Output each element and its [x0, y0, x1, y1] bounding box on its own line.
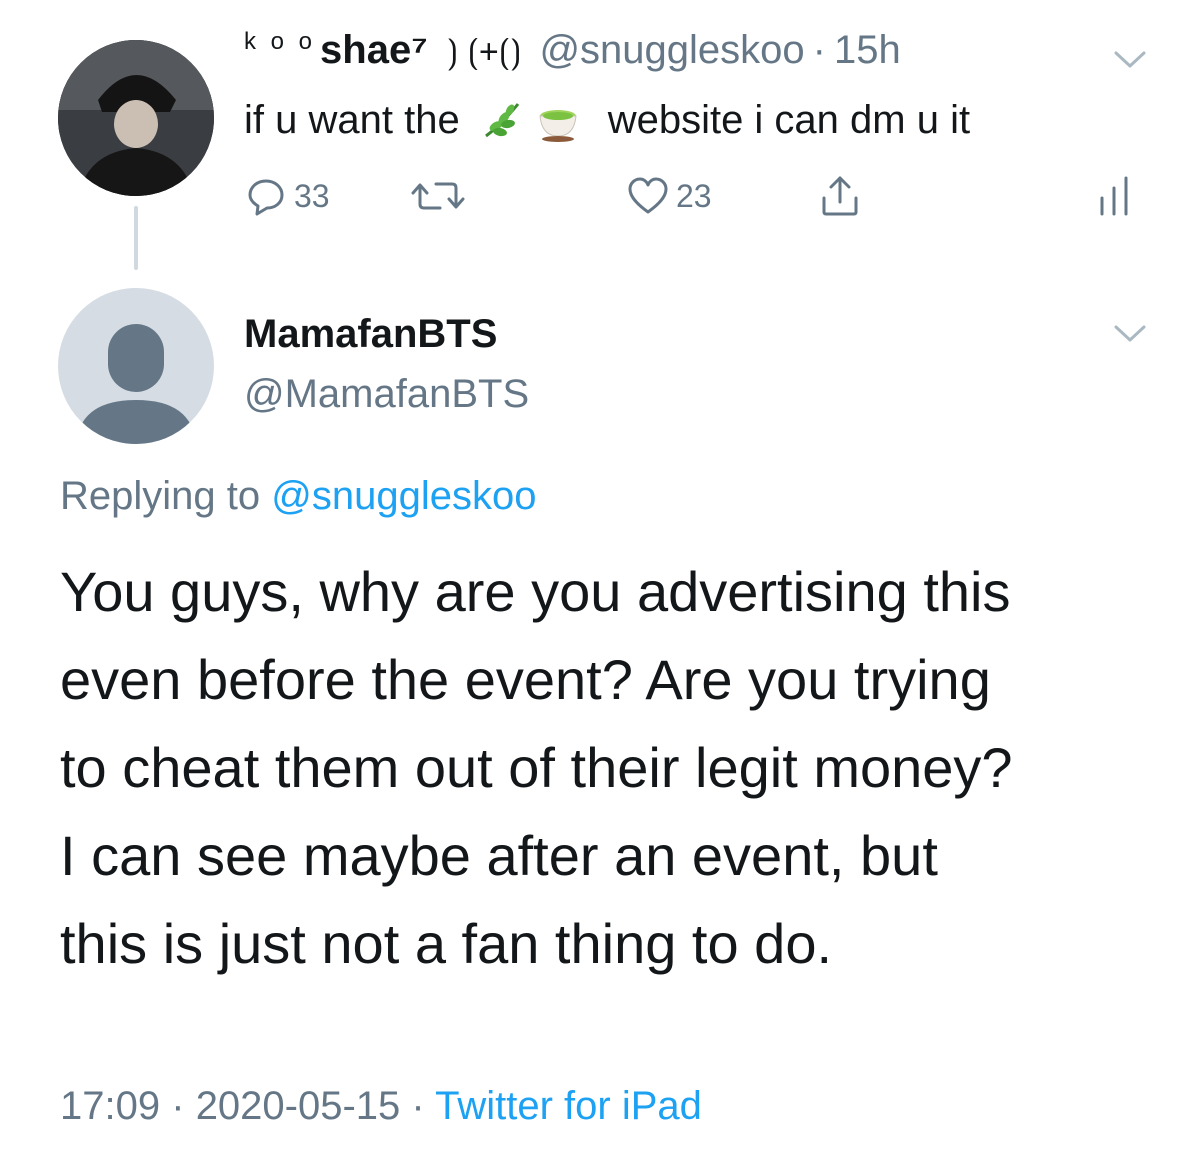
reply-button[interactable]: 33 — [244, 172, 330, 220]
avatar[interactable] — [58, 40, 214, 196]
tweet-text-after: website i can dm u it — [607, 97, 971, 142]
reply-body-text: You guys, why are you advertising this e… — [60, 548, 1160, 988]
body-line: this is just not a fan thing to do. — [60, 912, 833, 975]
body-line: to cheat them out of their legit money? — [60, 736, 1013, 799]
reply-user-handle[interactable]: @MamafanBTS — [244, 372, 529, 417]
reply-chevron-down-icon[interactable] — [1112, 322, 1148, 346]
display-name[interactable]: k o o shae⁷ ⟯ ⟮+⟮⟯ — [244, 28, 521, 73]
retweet-icon — [411, 182, 465, 210]
body-line: You guys, why are you advertising this — [60, 560, 1011, 623]
chevron-down-icon[interactable] — [1112, 48, 1148, 72]
tweet-footer: 17:09 · 2020-05-15 · Twitter for iPad — [60, 1084, 702, 1129]
reply-icon — [248, 179, 284, 216]
thread-connector-line — [134, 206, 138, 270]
tweet-timestamp[interactable]: 17:09 — [60, 1084, 160, 1128]
tweet-text: if u want the website i can dm u it — [244, 96, 970, 144]
profile-photo-image — [58, 40, 214, 196]
herb-icon — [478, 96, 526, 144]
tweet-source-link[interactable]: Twitter for iPad — [435, 1084, 702, 1128]
separator-dot: · — [411, 1084, 425, 1128]
like-count: 23 — [676, 177, 712, 214]
share-button[interactable] — [818, 172, 862, 220]
default-profile-icon — [76, 324, 196, 444]
reply-count: 33 — [294, 177, 330, 214]
display-name-prefix: k o o — [244, 28, 317, 55]
user-handle[interactable]: @snuggleskoo — [539, 28, 804, 73]
separator-dot: · — [812, 28, 826, 72]
heart-icon — [628, 177, 668, 214]
display-name-text: shae⁷ — [320, 28, 428, 72]
tweet-date[interactable]: 2020-05-15 — [196, 1084, 401, 1128]
tea-icon — [534, 96, 582, 144]
tweet-time[interactable]: 15h — [834, 28, 901, 73]
body-line: even before the event? Are you trying — [60, 648, 991, 711]
replying-to-label: Replying to — [60, 474, 261, 518]
body-line: I can see maybe after an event, but — [60, 824, 938, 887]
parent-tweet-header: k o o shae⁷ ⟯ ⟮+⟮⟯ @snuggleskoo · 15h — [244, 28, 901, 92]
retweet-button[interactable] — [410, 172, 472, 220]
replying-to-mention[interactable]: @snuggleskoo — [271, 474, 536, 518]
replying-to-line: Replying to @snuggleskoo — [60, 474, 536, 519]
default-avatar[interactable] — [58, 288, 214, 444]
share-icon — [822, 176, 858, 216]
tweet-text-before: if u want the — [244, 97, 460, 142]
separator-dot: · — [171, 1084, 185, 1128]
display-name-symbols: ⟯ ⟮+⟮⟯ — [446, 33, 522, 71]
like-button[interactable]: 23 — [626, 172, 712, 220]
analytics-button[interactable] — [1096, 172, 1132, 220]
analytics-icon — [1100, 176, 1128, 216]
reply-display-name[interactable]: MamafanBTS — [244, 312, 497, 357]
